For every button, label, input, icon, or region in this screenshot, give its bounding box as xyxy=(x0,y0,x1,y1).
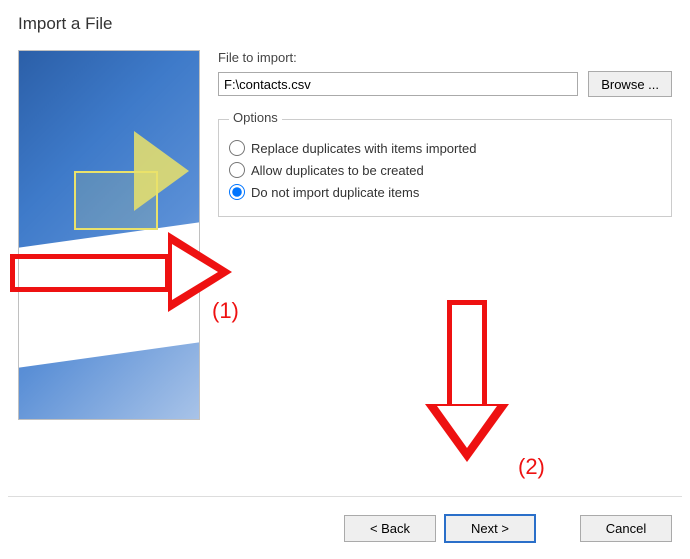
dialog-title: Import a File xyxy=(0,0,690,40)
annotation-label-2: (2) xyxy=(518,454,545,480)
content-area: File to import: Browse ... Options Repla… xyxy=(0,40,690,420)
cancel-button[interactable]: Cancel xyxy=(580,515,672,542)
radio-allow-duplicates[interactable]: Allow duplicates to be created xyxy=(229,162,661,178)
options-legend: Options xyxy=(229,110,282,125)
browse-button[interactable]: Browse ... xyxy=(588,71,672,97)
wizard-decorative-image xyxy=(18,50,200,420)
options-group: Options Replace duplicates with items im… xyxy=(218,119,672,217)
radio-do-not-import-duplicates-label: Do not import duplicate items xyxy=(251,185,419,200)
radio-allow-duplicates-input[interactable] xyxy=(229,162,245,178)
radio-allow-duplicates-label: Allow duplicates to be created xyxy=(251,163,424,178)
file-row: Browse ... xyxy=(218,71,672,97)
button-bar-divider xyxy=(8,496,682,497)
radio-replace-duplicates-input[interactable] xyxy=(229,140,245,156)
form-area: File to import: Browse ... Options Repla… xyxy=(218,50,672,420)
wizard-image-arrow-icon xyxy=(134,131,189,211)
file-path-input[interactable] xyxy=(218,72,578,96)
next-button[interactable]: Next > xyxy=(444,514,536,543)
radio-do-not-import-duplicates[interactable]: Do not import duplicate items xyxy=(229,184,661,200)
button-bar: < Back Next > Cancel xyxy=(344,514,672,543)
back-button[interactable]: < Back xyxy=(344,515,436,542)
file-import-label: File to import: xyxy=(218,50,672,65)
radio-replace-duplicates[interactable]: Replace duplicates with items imported xyxy=(229,140,661,156)
radio-do-not-import-duplicates-input[interactable] xyxy=(229,184,245,200)
radio-replace-duplicates-label: Replace duplicates with items imported xyxy=(251,141,476,156)
